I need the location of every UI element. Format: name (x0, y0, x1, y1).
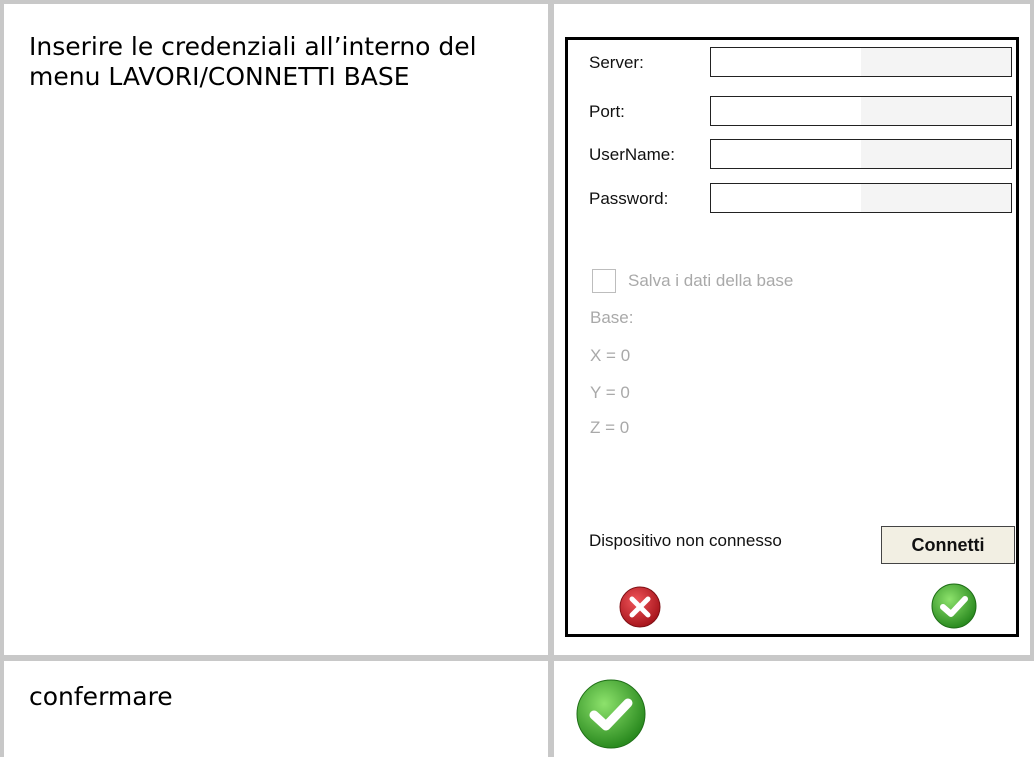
password-label: Password: (589, 189, 669, 208)
username-input[interactable] (710, 139, 1012, 169)
table-border-top (0, 0, 1034, 4)
table-border-left (0, 0, 4, 757)
table-border-middle (548, 0, 554, 757)
password-row: Password: (568, 183, 1016, 215)
port-input[interactable] (710, 96, 1012, 126)
confirm-icon[interactable] (930, 582, 978, 635)
server-row: Server: (568, 47, 1016, 79)
base-label: Base: (590, 308, 634, 327)
port-label: Port: (589, 102, 625, 121)
connect-button[interactable]: Connetti (881, 526, 1015, 564)
table-row-divider (0, 655, 1034, 661)
coord-y: Y = 0 (590, 383, 630, 402)
port-row: Port: (568, 96, 1016, 128)
server-input[interactable] (710, 47, 1012, 77)
server-label: Server: (589, 53, 644, 72)
confirm-icon (572, 675, 650, 757)
username-row: UserName: (568, 139, 1016, 171)
password-input[interactable] (710, 183, 1012, 213)
username-label: UserName: (589, 145, 675, 164)
connect-base-dialog: Server: Port: UserName: Password: Salva … (565, 37, 1019, 637)
instruction-text-credentials: Inserire le credenziali all’interno del … (29, 32, 477, 91)
instruction-text-confirm: confermare (29, 682, 173, 711)
table-border-right (1030, 0, 1034, 660)
coord-x: X = 0 (590, 346, 631, 365)
coord-z: Z = 0 (590, 418, 630, 437)
save-base-checkbox[interactable] (592, 269, 616, 293)
cancel-icon[interactable] (618, 585, 662, 634)
connection-status: Dispositivo non connesso (589, 531, 782, 550)
save-base-label: Salva i dati della base (628, 271, 794, 290)
